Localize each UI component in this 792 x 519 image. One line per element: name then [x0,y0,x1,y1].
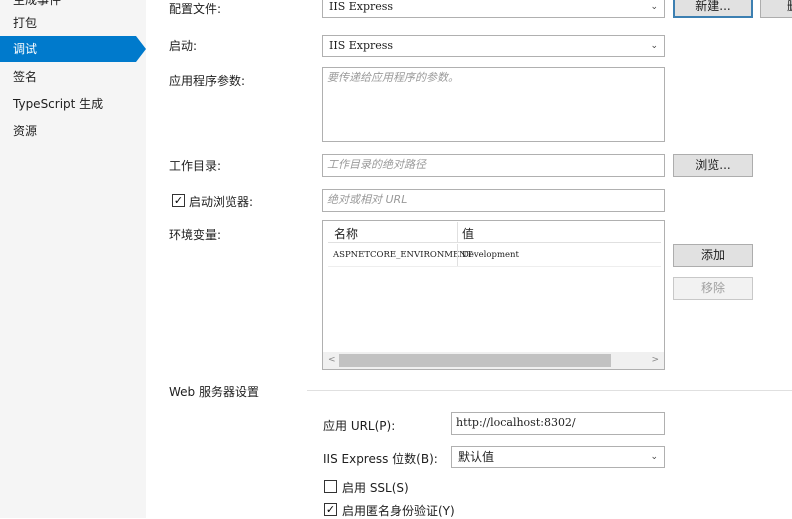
working-dir-input[interactable]: 工作目录的绝对路径 [322,154,665,177]
sidebar-item-typescript-build[interactable]: TypeScript 生成 [0,91,146,117]
app-args-label: 应用程序参数: [169,74,246,88]
enable-ssl-label: 启用 SSL(S) [342,481,409,495]
profile-select[interactable]: IIS Express ⌄ [322,0,665,18]
column-header-value[interactable]: 值 [462,225,474,242]
bitness-select-value: 默认值 [458,450,495,464]
working-dir-label: 工作目录: [169,159,222,173]
section-divider [307,390,792,391]
launch-browser-checkbox[interactable]: ✓ [172,194,185,207]
env-vars-grid[interactable]: 名称 值 ASPNETCORE_ENVIRONMENT Development … [322,220,665,370]
app-url-label: 应用 URL(P): [323,419,396,433]
column-divider [457,222,458,242]
remove-env-var-button[interactable]: 移除 [673,277,753,300]
scroll-right-icon[interactable]: > [651,352,659,369]
env-var-name-cell[interactable]: ASPNETCORE_ENVIRONMENT [333,250,472,260]
bitness-label: IIS Express 位数(B): [323,452,438,466]
app-args-textarea[interactable]: 要传递给应用程序的参数。 [322,67,665,142]
enable-anon-auth-checkbox[interactable]: ✓ [324,503,337,516]
active-indicator-arrow [136,36,146,62]
bitness-select[interactable]: 默认值 ⌄ [451,446,665,468]
horizontal-scrollbar[interactable]: < > [323,352,664,369]
launch-browser-url-input[interactable]: 绝对或相对 URL [322,189,665,212]
launch-browser-label: 启动浏览器: [189,195,254,209]
sidebar-item-signing[interactable]: 签名 [0,64,146,90]
chevron-down-icon: ⌄ [650,41,658,51]
launch-select[interactable]: IIS Express ⌄ [322,35,665,57]
chevron-down-icon: ⌄ [650,452,658,462]
sidebar-item-package[interactable]: 打包 [0,10,146,36]
enable-ssl-checkbox[interactable] [324,480,337,493]
launch-label: 启动: [169,39,198,53]
profile-select-value: IIS Express [329,0,394,13]
app-url-input[interactable]: http://localhost:8302/ [451,412,665,435]
profile-label: 配置文件: [169,2,222,16]
scroll-left-icon[interactable]: < [328,352,336,369]
env-vars-grid-header: 名称 值 [328,222,661,243]
delete-profile-button[interactable]: 删 [760,0,792,18]
column-header-name[interactable]: 名称 [334,225,358,242]
scrollbar-thumb[interactable] [339,354,611,367]
browse-button[interactable]: 浏览... [673,154,753,177]
sidebar: 生成事件 打包 调试 签名 TypeScript 生成 资源 [0,0,146,518]
enable-anon-auth-label: 启用匿名身份验证(Y) [342,504,455,518]
chevron-down-icon: ⌄ [650,2,658,12]
sidebar-item-resources[interactable]: 资源 [0,118,146,144]
add-env-var-button[interactable]: 添加 [673,244,753,267]
table-row[interactable]: ASPNETCORE_ENVIRONMENT Development [328,244,661,267]
env-var-value-cell[interactable]: Development [462,250,519,260]
new-profile-button[interactable]: 新建... [673,0,753,18]
column-divider [457,244,458,266]
web-server-section-title: Web 服务器设置 [169,385,259,399]
env-vars-label: 环境变量: [169,228,222,242]
sidebar-item-debug[interactable]: 调试 [0,36,136,62]
launch-select-value: IIS Express [329,39,394,52]
